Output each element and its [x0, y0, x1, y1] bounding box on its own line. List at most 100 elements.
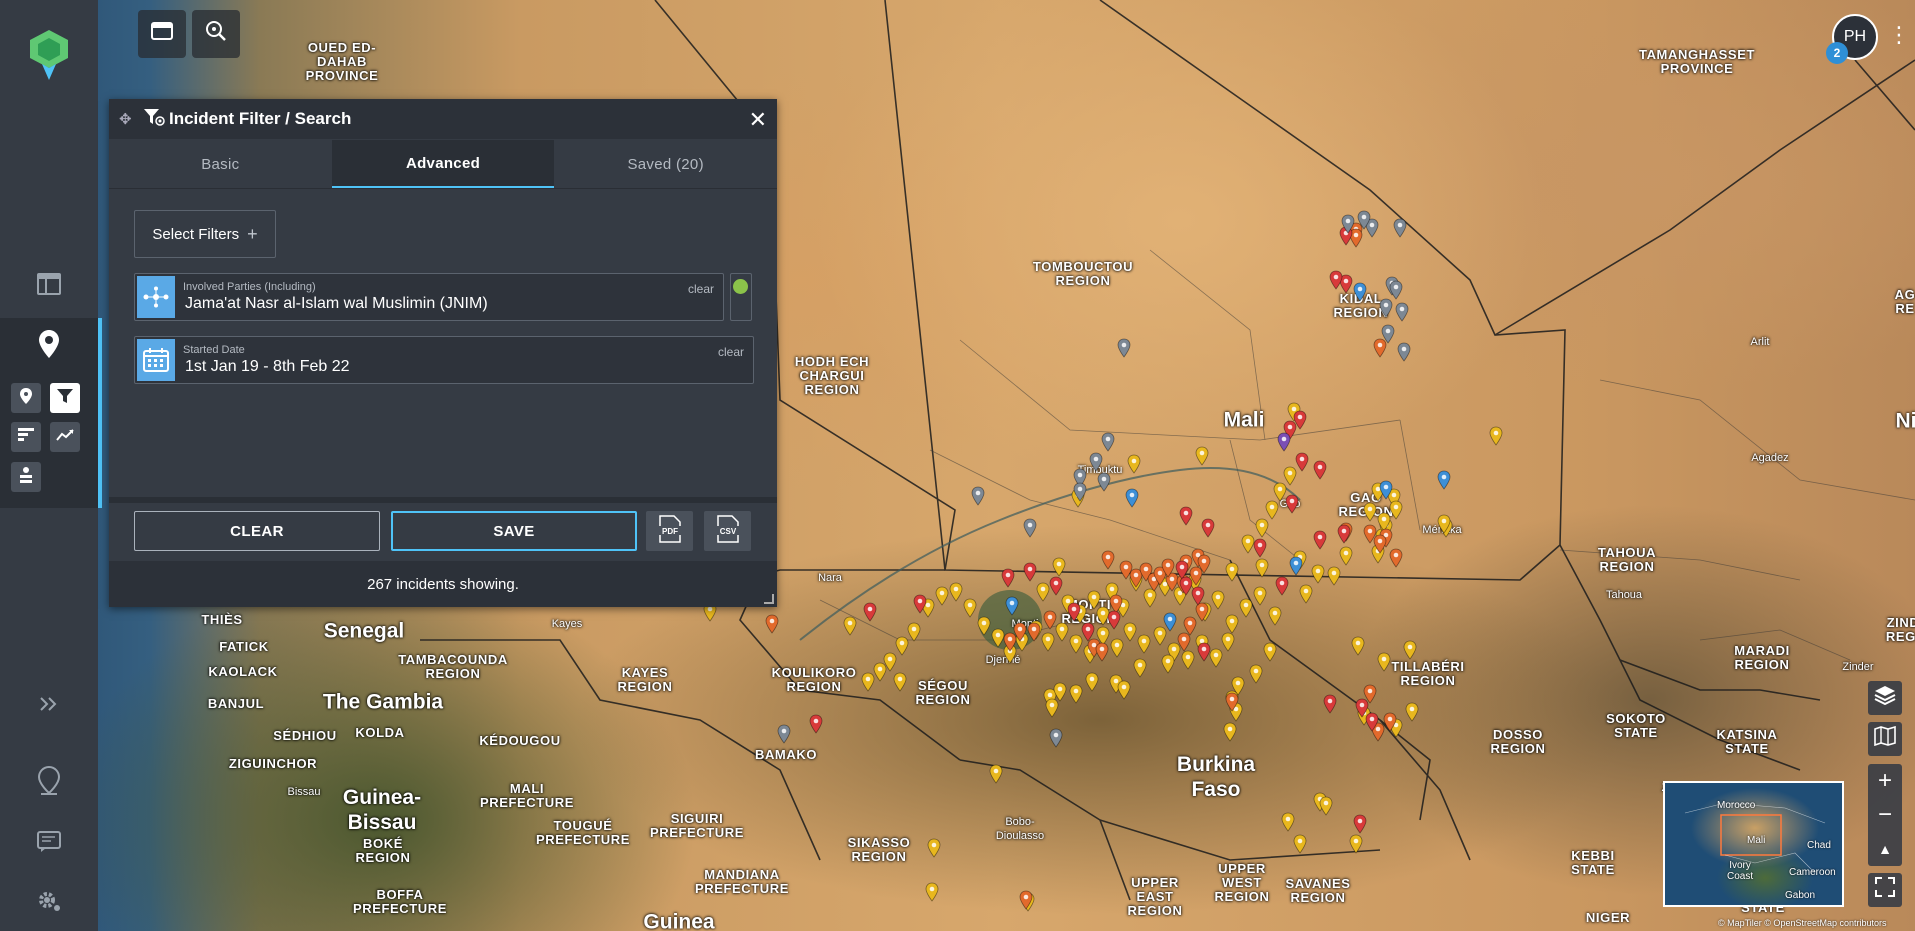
incident-marker-icon[interactable]	[971, 486, 985, 506]
incident-marker-icon[interactable]	[1073, 482, 1087, 502]
incident-marker-icon[interactable]	[1437, 470, 1451, 490]
layers-button[interactable]	[1868, 681, 1902, 715]
incident-marker-icon[interactable]	[1095, 642, 1109, 662]
incident-marker-icon[interactable]	[1179, 506, 1193, 526]
incident-marker-icon[interactable]	[1225, 692, 1239, 712]
incident-marker-icon[interactable]	[1225, 562, 1239, 582]
incident-marker-icon[interactable]	[1101, 432, 1115, 452]
bar-list-button[interactable]	[11, 422, 41, 452]
incident-marker-icon[interactable]	[765, 614, 779, 634]
incident-marker-icon[interactable]	[1117, 338, 1131, 358]
involved-parties-filter[interactable]: Involved Parties (Including) Jama'at Nas…	[134, 273, 724, 321]
incident-marker-icon[interactable]	[989, 764, 1003, 784]
tab-advanced[interactable]: Advanced	[331, 140, 555, 188]
incident-marker-icon[interactable]	[1381, 324, 1395, 344]
incident-marker-icon[interactable]	[1013, 622, 1027, 642]
incident-marker-icon[interactable]	[1353, 814, 1367, 834]
incident-marker-icon[interactable]	[1117, 680, 1131, 700]
incident-marker-icon[interactable]	[1197, 642, 1211, 662]
incident-marker-icon[interactable]	[913, 594, 927, 614]
incident-marker-icon[interactable]	[1351, 636, 1365, 656]
incident-marker-icon[interactable]	[1339, 546, 1353, 566]
incident-marker-icon[interactable]	[1001, 568, 1015, 588]
incident-marker-icon[interactable]	[1177, 632, 1191, 652]
incident-marker-icon[interactable]	[1110, 638, 1124, 658]
incident-marker-icon[interactable]	[1043, 610, 1057, 630]
incident-marker-icon[interactable]	[1052, 557, 1066, 577]
incident-marker-icon[interactable]	[927, 838, 941, 858]
incident-marker-icon[interactable]	[1405, 702, 1419, 722]
incident-marker-icon[interactable]	[1341, 214, 1355, 234]
incident-marker-icon[interactable]	[1069, 684, 1083, 704]
incident-marker-icon[interactable]	[1181, 650, 1195, 670]
tab-basic[interactable]: Basic	[109, 140, 332, 188]
incident-marker-icon[interactable]	[1067, 602, 1081, 622]
incident-marker-icon[interactable]	[1191, 586, 1205, 606]
incident-marker-icon[interactable]	[1036, 582, 1050, 602]
location-filter-button[interactable]	[11, 383, 41, 413]
incident-marker-icon[interactable]	[1379, 480, 1393, 500]
save-button[interactable]: SAVE	[391, 511, 637, 551]
incident-marker-icon[interactable]	[1319, 796, 1333, 816]
trend-button[interactable]	[50, 422, 80, 452]
incident-marker-icon[interactable]	[1137, 634, 1151, 654]
incident-marker-icon[interactable]	[1281, 812, 1295, 832]
incident-marker-icon[interactable]	[1373, 534, 1387, 554]
incident-marker-icon[interactable]	[1101, 550, 1115, 570]
incident-marker-icon[interactable]	[935, 586, 949, 606]
incident-marker-icon[interactable]	[977, 616, 991, 636]
incident-marker-icon[interactable]	[1221, 632, 1235, 652]
logo-icon[interactable]	[26, 28, 72, 80]
incident-marker-icon[interactable]	[1299, 584, 1313, 604]
incident-marker-icon[interactable]	[1353, 282, 1367, 302]
incident-marker-icon[interactable]	[1363, 502, 1377, 522]
incident-marker-icon[interactable]	[1265, 500, 1279, 520]
zoom-out-icon[interactable]: −	[1878, 798, 1892, 832]
map-search-button[interactable]	[192, 10, 240, 58]
clear-filter-link[interactable]: clear	[688, 282, 714, 296]
incident-marker-icon[interactable]	[1389, 548, 1403, 568]
settings-button[interactable]	[29, 887, 69, 921]
incident-marker-icon[interactable]	[1005, 596, 1019, 616]
incident-marker-icon[interactable]	[1379, 298, 1393, 318]
filter-status-toggle[interactable]	[730, 273, 752, 321]
incident-marker-icon[interactable]	[843, 616, 857, 636]
incident-marker-icon[interactable]	[1489, 426, 1503, 446]
incident-marker-icon[interactable]	[1277, 432, 1291, 452]
overview-minimap[interactable]: Morocco Mali Chad Ivory Coast Cameroon G…	[1663, 781, 1844, 907]
incident-marker-icon[interactable]	[1437, 514, 1451, 534]
stack-button[interactable]	[11, 462, 41, 492]
incident-marker-icon[interactable]	[1053, 682, 1067, 702]
filter-button[interactable]	[50, 383, 80, 413]
incident-marker-icon[interactable]	[963, 598, 977, 618]
resize-handle-icon[interactable]	[764, 594, 774, 604]
report-button[interactable]	[29, 828, 69, 862]
incident-marker-icon[interactable]	[1313, 460, 1327, 480]
incident-marker-icon[interactable]	[925, 882, 939, 902]
incident-marker-icon[interactable]	[1097, 472, 1111, 492]
table-view-button[interactable]	[29, 270, 69, 304]
incident-marker-icon[interactable]	[1397, 342, 1411, 362]
incident-marker-icon[interactable]	[1197, 554, 1211, 574]
tab-saved[interactable]: Saved (20)	[554, 140, 777, 188]
incident-marker-icon[interactable]	[861, 672, 875, 692]
notification-badge[interactable]: 2	[1826, 42, 1848, 64]
incident-marker-icon[interactable]	[1027, 622, 1041, 642]
fullscreen-button[interactable]	[1868, 873, 1902, 907]
basemap-button[interactable]	[1868, 722, 1902, 756]
more-menu-icon[interactable]: ⋮	[1888, 24, 1910, 46]
incident-marker-icon[interactable]	[1123, 622, 1137, 642]
zoom-in-icon[interactable]: +	[1878, 764, 1892, 798]
incident-marker-icon[interactable]	[1041, 632, 1055, 652]
panel-toggle-button[interactable]	[138, 10, 186, 58]
incident-marker-icon[interactable]	[1295, 452, 1309, 472]
incident-map-button[interactable]	[29, 329, 69, 364]
add-location-button[interactable]	[29, 765, 69, 801]
incident-marker-icon[interactable]	[1393, 218, 1407, 238]
incident-marker-icon[interactable]	[1395, 302, 1409, 322]
incident-marker-icon[interactable]	[1085, 672, 1099, 692]
incident-marker-icon[interactable]	[1209, 648, 1223, 668]
incident-marker-icon[interactable]	[1329, 270, 1343, 290]
move-handle-icon[interactable]: ✥	[119, 110, 139, 128]
incident-marker-icon[interactable]	[1389, 280, 1403, 300]
